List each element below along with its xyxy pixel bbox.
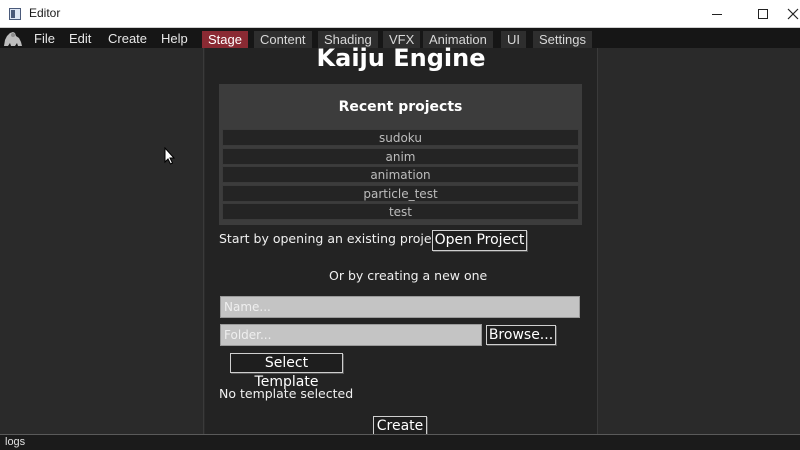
menu-edit[interactable]: Edit: [69, 30, 91, 48]
project-name-input[interactable]: [220, 296, 580, 318]
select-template-button[interactable]: Select Template: [230, 353, 343, 390]
title-bar: Editor: [0, 0, 800, 28]
recent-projects-title: Recent projects: [338, 99, 463, 115]
minimize-icon: [712, 13, 722, 15]
recent-projects-list: sudoku anim animation particle_test test: [222, 129, 579, 222]
maximize-icon: [758, 9, 768, 19]
gorilla-logo-icon: [4, 32, 22, 46]
template-status: No template selected: [219, 386, 354, 401]
right-panel: [597, 48, 800, 434]
app-window-icon: [9, 8, 21, 20]
browse-button[interactable]: Browse...: [486, 325, 556, 345]
recent-project-item[interactable]: animation: [222, 166, 579, 183]
recent-project-item[interactable]: anim: [222, 147, 579, 165]
minimize-button[interactable]: [694, 0, 740, 28]
recent-project-item[interactable]: sudoku: [222, 129, 579, 146]
create-button[interactable]: Create: [373, 416, 427, 436]
new-project-prompt: Or by creating a new one: [329, 268, 488, 283]
logs-tab[interactable]: logs: [5, 436, 25, 448]
recent-projects-panel: Recent projects sudoku anim animation pa…: [219, 84, 582, 225]
maximize-button[interactable]: [740, 0, 786, 28]
recent-project-item[interactable]: particle_test: [222, 184, 579, 202]
status-bar: logs: [0, 434, 800, 450]
mouse-pointer-icon: [164, 147, 176, 165]
window-title: Editor: [29, 6, 61, 20]
left-panel: [0, 48, 204, 434]
page-title: Kaiju Engine: [316, 44, 486, 72]
project-folder-input[interactable]: [220, 324, 482, 346]
editor-window: Editor File Edit Create Help Stage Conte…: [0, 0, 800, 450]
open-project-prompt: Start by opening an existing project:: [219, 231, 448, 246]
menu-help[interactable]: Help: [161, 30, 188, 48]
close-icon: [787, 8, 799, 20]
menu-create[interactable]: Create: [108, 30, 147, 48]
recent-project-item[interactable]: test: [222, 203, 579, 220]
open-project-button[interactable]: Open Project: [432, 230, 527, 251]
close-button[interactable]: [786, 0, 800, 28]
menu-file[interactable]: File: [34, 30, 55, 48]
